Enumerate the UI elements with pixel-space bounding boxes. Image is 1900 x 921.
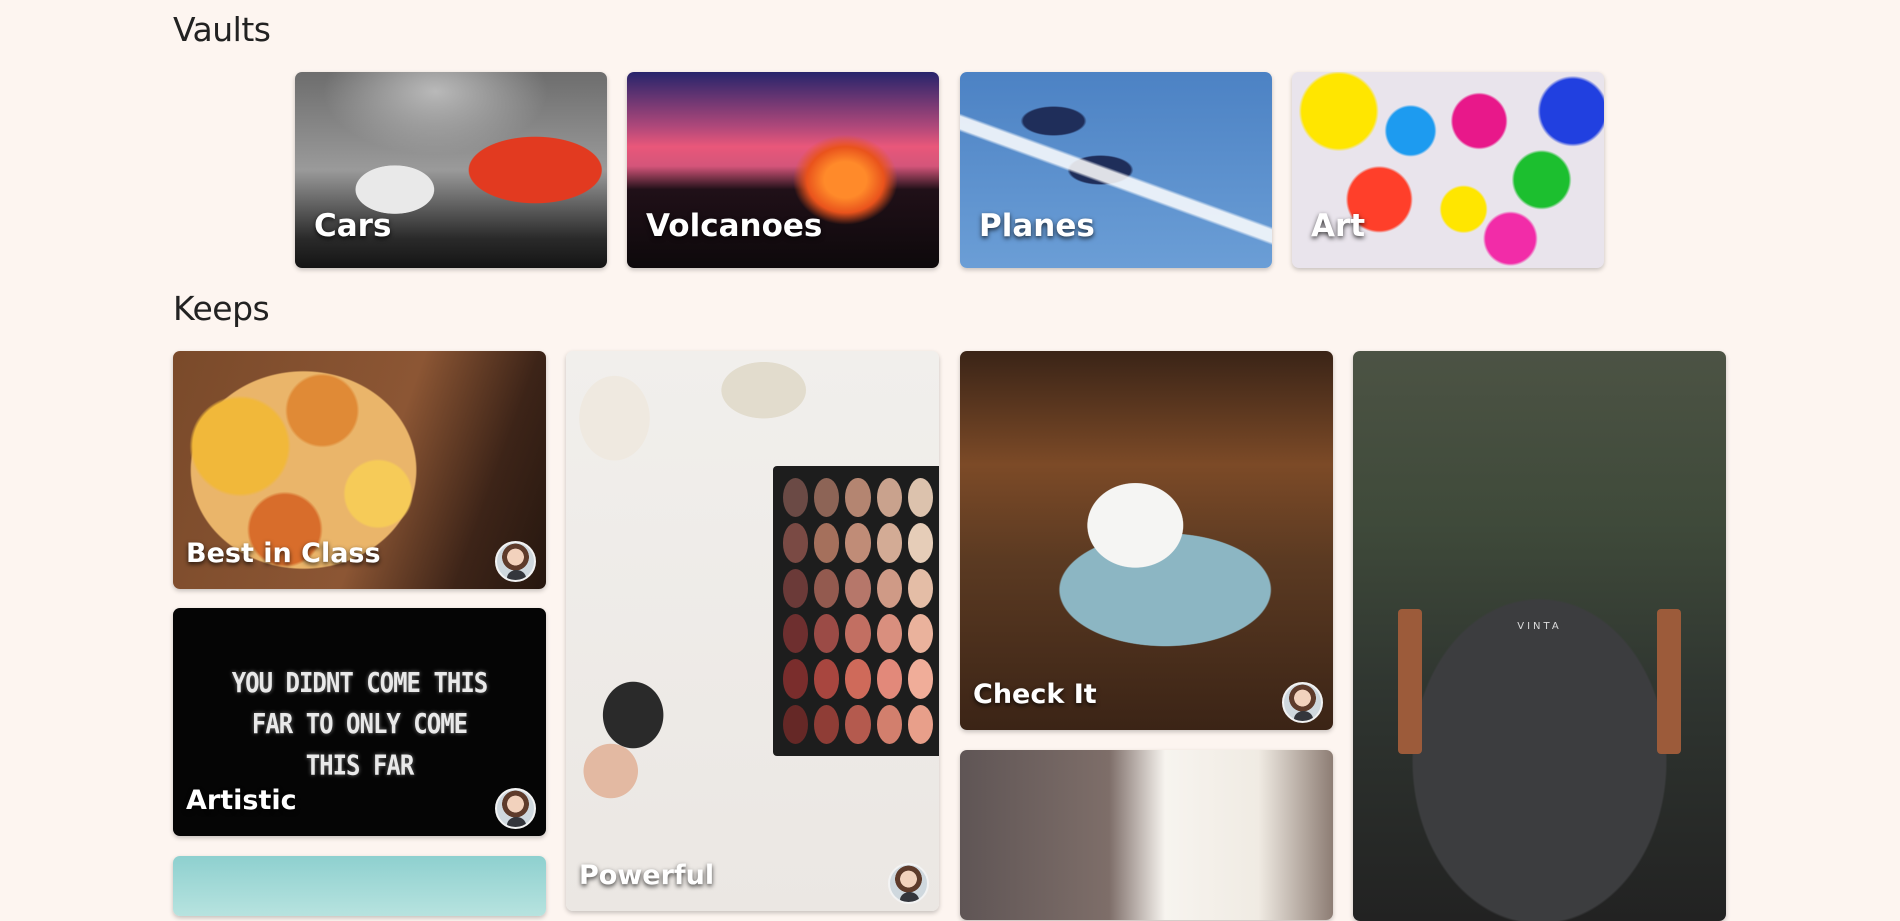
keeps-heading: Keeps	[173, 289, 270, 328]
palette-swatch	[907, 659, 933, 699]
palette-swatch	[783, 478, 809, 518]
palette-swatch	[907, 613, 933, 654]
backpack-brand-text: VINTA	[1517, 621, 1562, 632]
palette-swatch	[814, 613, 840, 654]
keep-card[interactable]	[960, 750, 1333, 920]
palette-swatch	[876, 613, 902, 654]
vault-label: Art	[1311, 208, 1366, 244]
palette-swatch	[845, 659, 871, 699]
keep-card-backpack[interactable]: VINTA	[1353, 351, 1726, 921]
palette-swatch	[907, 568, 933, 608]
vault-card-cars[interactable]: Cars	[295, 72, 607, 268]
vault-card-art[interactable]: Art	[1292, 72, 1604, 268]
palette-swatch	[876, 568, 902, 608]
palette-swatch	[907, 704, 933, 744]
creator-avatar[interactable]	[495, 788, 536, 829]
palette-swatch	[876, 659, 902, 699]
palette-swatch	[845, 568, 871, 608]
palette-swatch	[783, 613, 809, 654]
palette-swatch	[814, 704, 840, 744]
keep-label: Best in Class	[186, 538, 381, 569]
vault-card-volcanoes[interactable]: Volcanoes	[627, 72, 939, 268]
creator-avatar[interactable]	[1282, 682, 1323, 723]
vault-label: Cars	[314, 208, 392, 244]
keep-card-best-in-class[interactable]: Best in Class	[173, 351, 546, 589]
palette-swatch	[783, 659, 809, 699]
palette-swatch	[845, 478, 871, 518]
palette-swatch	[783, 568, 809, 608]
palette-swatch	[783, 523, 809, 563]
keep-label: Powerful	[579, 860, 715, 891]
palette-swatch	[783, 704, 809, 744]
vault-label: Planes	[979, 208, 1095, 244]
palette-swatch	[876, 478, 902, 518]
keep-label: Check It	[973, 679, 1097, 710]
keep-card-check-it[interactable]: Check It	[960, 351, 1333, 730]
palette-swatch	[814, 659, 840, 699]
palette-swatch	[907, 478, 933, 518]
palette-swatch	[814, 478, 840, 518]
palette-swatch	[876, 523, 902, 563]
keep-image-text: YOU DIDNT COME THIS FAR TO ONLY COME THI…	[231, 666, 489, 782]
vault-card-planes[interactable]: Planes	[960, 72, 1272, 268]
vaults-heading: Vaults	[173, 10, 271, 49]
palette-swatch	[814, 523, 840, 563]
keep-card-powerful[interactable]: Powerful	[566, 351, 939, 911]
keep-card-artistic[interactable]: YOU DIDNT COME THIS FAR TO ONLY COME THI…	[173, 608, 546, 836]
palette-swatch	[814, 568, 840, 608]
palette-swatch	[876, 704, 902, 744]
palette-swatch	[907, 523, 933, 563]
vault-label: Volcanoes	[646, 208, 823, 244]
eyeshadow-palette-image	[773, 466, 939, 756]
palette-swatch	[845, 613, 871, 654]
creator-avatar[interactable]	[495, 541, 536, 582]
palette-swatch	[845, 704, 871, 744]
creator-avatar[interactable]	[888, 863, 929, 904]
keep-card[interactable]	[173, 856, 546, 916]
keep-label: Artistic	[186, 785, 297, 816]
palette-swatch	[845, 523, 871, 563]
